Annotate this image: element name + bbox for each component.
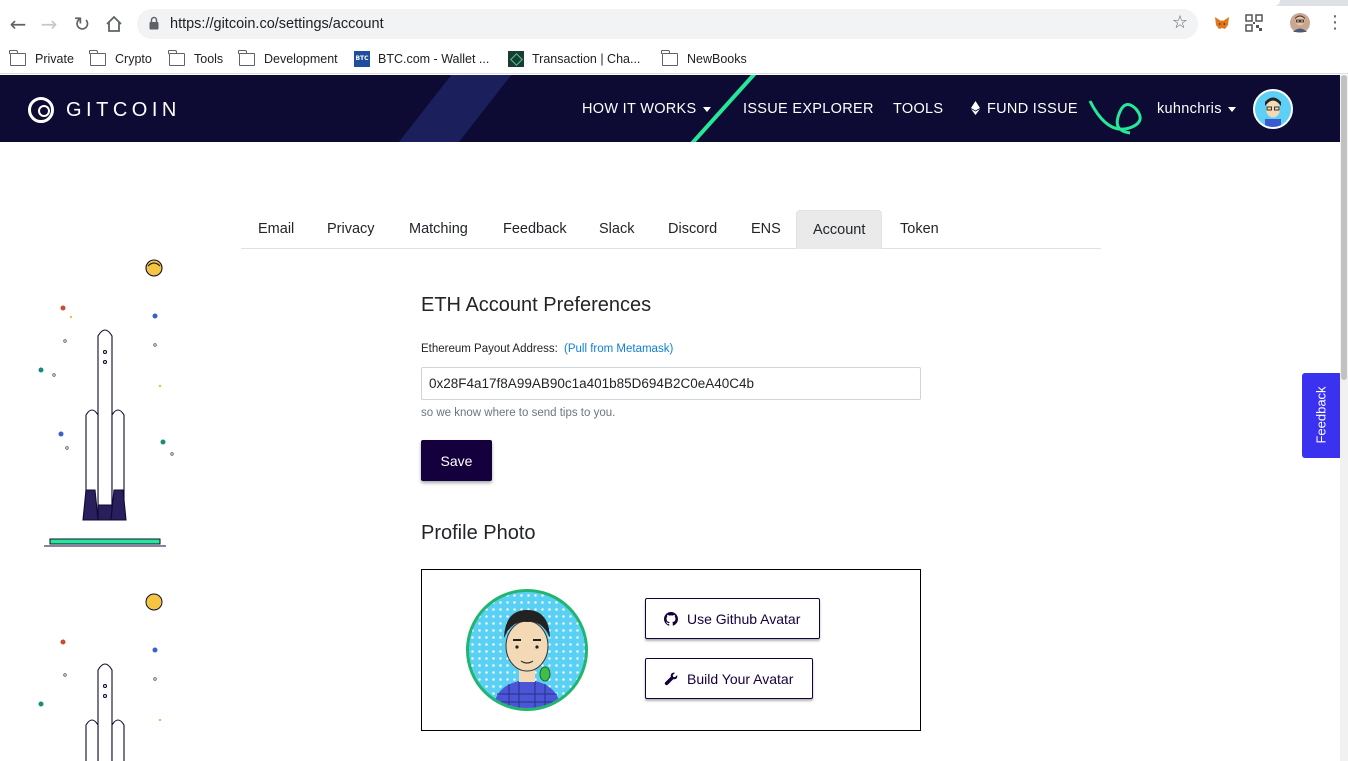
- tab-matching[interactable]: Matching: [393, 210, 484, 248]
- bookmark-label: Tools: [194, 52, 224, 66]
- nav-label: TOOLS: [893, 101, 944, 117]
- folder-icon: [661, 49, 678, 66]
- feedback-tab-label: Feedback: [1313, 386, 1329, 444]
- bookmark-transaction[interactable]: Transaction | Cha...: [508, 48, 640, 70]
- metamask-extension-icon[interactable]: [1213, 14, 1231, 32]
- payout-address-label: Ethereum Payout Address: (Pull from Meta…: [421, 343, 673, 355]
- rocket-illustration: [30, 250, 190, 761]
- page-viewport: GITCOIN HOW IT WORKS ISSUE EXPLORER TOOL…: [0, 75, 1340, 761]
- bookmark-label: NewBooks: [687, 52, 747, 66]
- bookmark-crypto[interactable]: Crypto: [89, 48, 152, 70]
- active-browser-tab[interactable]: [0, 0, 1280, 6]
- reload-icon[interactable]: ↻: [70, 12, 94, 36]
- folder-icon: [9, 49, 26, 66]
- build-avatar-button-label: Build Your Avatar: [687, 670, 794, 687]
- bookmark-label: Private: [35, 52, 74, 66]
- user-avatar[interactable]: [1253, 89, 1293, 129]
- logo-text: GITCOIN: [66, 98, 181, 121]
- chevron-down-icon: [702, 106, 711, 112]
- payout-address-input[interactable]: [421, 367, 921, 400]
- user-menu[interactable]: kuhnchris: [1157, 101, 1236, 117]
- payout-label-text: Ethereum Payout Address:: [421, 343, 558, 355]
- bookmark-tools[interactable]: Tools: [168, 48, 224, 70]
- tab-email[interactable]: Email: [242, 210, 310, 248]
- folder-icon: [89, 49, 106, 66]
- browser-toolbar: ← → ↻ https://gitcoin.co/settings/accoun…: [0, 0, 1348, 44]
- folder-icon: [168, 49, 185, 66]
- use-github-avatar-button[interactable]: Use Github Avatar: [645, 598, 820, 639]
- username: kuhnchris: [1157, 101, 1222, 117]
- bookmark-private[interactable]: Private: [9, 48, 74, 70]
- bookmark-development[interactable]: Development: [238, 48, 338, 70]
- nav-label: ISSUE EXPLORER: [743, 101, 874, 117]
- github-icon: [664, 611, 678, 626]
- url-text: https://gitcoin.co/settings/account: [170, 16, 384, 32]
- ethereum-icon: [971, 101, 980, 115]
- payout-help-text: so we know where to send tips to you.: [421, 407, 616, 419]
- settings-tabs: Email Privacy Matching Feedback Slack Di…: [241, 210, 1101, 249]
- browser-menu-icon[interactable]: ⋮: [1326, 12, 1344, 36]
- tab-account[interactable]: Account: [796, 210, 883, 249]
- bookmark-label: Transaction | Cha...: [532, 52, 641, 66]
- nav-label: FUND ISSUE: [987, 101, 1078, 117]
- bookmark-btc-wallet[interactable]: BTC BTC.com - Wallet ...: [354, 48, 489, 70]
- nav-issue-explorer[interactable]: ISSUE EXPLORER: [743, 101, 874, 117]
- nav-tools[interactable]: TOOLS: [893, 101, 943, 117]
- tab-slack[interactable]: Slack: [583, 210, 650, 248]
- address-bar[interactable]: https://gitcoin.co/settings/account ☆: [137, 9, 1198, 39]
- tab-feedback[interactable]: Feedback: [487, 210, 583, 248]
- bookmark-newbooks[interactable]: NewBooks: [661, 48, 747, 70]
- bookmark-label: Crypto: [115, 52, 152, 66]
- tab-ens[interactable]: ENS: [735, 210, 797, 248]
- build-your-avatar-button[interactable]: Build Your Avatar: [645, 658, 813, 699]
- save-button[interactable]: Save: [421, 440, 492, 481]
- back-icon[interactable]: ←: [6, 12, 30, 36]
- profile-photo-panel: Use Github Avatar Build Your Avatar: [421, 569, 921, 731]
- nav-how-it-works[interactable]: HOW IT WORKS: [582, 101, 711, 117]
- navbar-decoration: [373, 75, 527, 142]
- bookmark-star-icon[interactable]: ☆: [1172, 12, 1188, 33]
- tab-token[interactable]: Token: [884, 210, 955, 248]
- bookmark-label: Development: [264, 52, 338, 66]
- profile-avatar-icon[interactable]: [1290, 13, 1310, 33]
- lock-icon: [149, 16, 159, 30]
- forward-icon[interactable]: →: [37, 12, 61, 36]
- qr-extension-icon[interactable]: [1245, 14, 1263, 32]
- site-navbar: GITCOIN HOW IT WORKS ISSUE EXPLORER TOOL…: [0, 75, 1340, 142]
- home-icon[interactable]: [102, 12, 126, 36]
- wrench-icon: [664, 672, 678, 685]
- chevron-down-icon: [1227, 106, 1236, 112]
- bookmarks-bar: Private Crypto Tools Development BTC BTC.…: [0, 44, 1348, 74]
- gitcoin-logo-icon: [28, 97, 54, 123]
- pull-from-metamask-link[interactable]: (Pull from Metamask): [564, 343, 673, 355]
- feedback-side-tab[interactable]: Feedback: [1302, 373, 1340, 458]
- page-scrollbar[interactable]: [1340, 75, 1348, 761]
- profile-avatar-image: [466, 589, 588, 711]
- github-button-label: Use Github Avatar: [687, 610, 801, 627]
- folder-icon: [238, 49, 255, 66]
- nav-fund-issue[interactable]: FUND ISSUE: [971, 101, 1078, 117]
- tab-strip: [0, 0, 1348, 6]
- eth-preferences-heading: ETH Account Preferences: [421, 294, 652, 316]
- bookmark-label: BTC.com - Wallet ...: [378, 52, 490, 66]
- profile-photo-heading: Profile Photo: [421, 522, 536, 544]
- tab-discord[interactable]: Discord: [652, 210, 733, 248]
- gitcoin-logo[interactable]: GITCOIN: [28, 97, 181, 123]
- nav-label: HOW IT WORKS: [582, 101, 697, 117]
- transaction-favicon-icon: [508, 51, 524, 67]
- navbar-swirl-decoration: [1088, 100, 1142, 135]
- btc-favicon-icon: BTC: [354, 51, 370, 67]
- scrollbar-thumb[interactable]: [1341, 75, 1347, 380]
- tab-privacy[interactable]: Privacy: [311, 210, 391, 248]
